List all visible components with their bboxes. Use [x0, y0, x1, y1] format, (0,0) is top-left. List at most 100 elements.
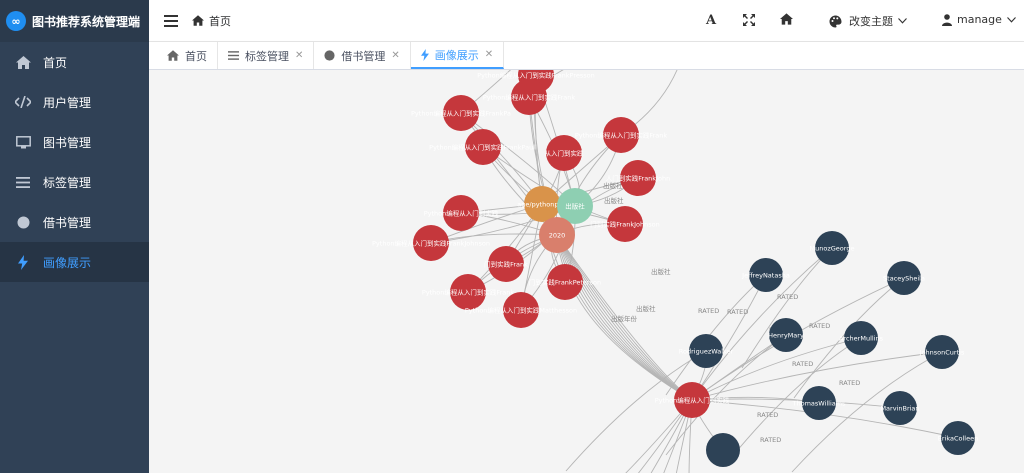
edge-label: RATED — [698, 307, 719, 315]
home-shortcut-icon[interactable] — [780, 13, 793, 25]
tags-view-bar: 首页 标签管理 ✕ 借书管理 ✕ 画像展示 ✕ — [149, 42, 1024, 70]
sidebar-item-label: 标签管理 — [43, 175, 92, 190]
edge-label: 出版年份 — [611, 314, 638, 323]
graph-canvas[interactable]: RATED RATED RATED RATED RATED RATED RATED RATED… — [149, 70, 1024, 473]
username-label: manage — [957, 13, 1002, 26]
node-label: 门到实践FrankJohnson — [590, 220, 659, 229]
lightning-icon — [15, 254, 31, 270]
tab-portrait[interactable]: 画像展示 ✕ — [410, 42, 505, 69]
code-icon — [15, 94, 31, 110]
sidebar-item-books[interactable]: 图书管理 — [0, 122, 149, 162]
tab-label: 画像展示 — [434, 48, 479, 62]
edge-label: RATED — [777, 293, 798, 301]
node-label: JeffreyNatasha — [741, 272, 790, 280]
tab-label: 借书管理 — [341, 49, 386, 63]
circle-icon — [15, 214, 31, 230]
graph-node-book[interactable]: 门到实践Frank — [484, 246, 528, 282]
node-label: Python编程从入门到实践FrankPresson — [477, 71, 595, 80]
node-label: 门到实践Frank — [484, 260, 528, 269]
home-icon — [167, 50, 179, 61]
user-icon — [942, 13, 952, 26]
graph-node-book[interactable]: Python编程从入门到实践FrankPaull — [429, 129, 537, 165]
graph-node-user[interactable]: ThomasWilliams — [792, 386, 847, 420]
sidebar-item-tags[interactable]: 标签管理 — [0, 162, 149, 202]
node-circle — [706, 433, 740, 467]
node-label: Python编程从入门到实践Matthesson — [465, 306, 577, 315]
sidebar: ∞ 图书推荐系统管理端 首页 用户管理 图书管理 标签管理 借书管理 画像展示 — [0, 0, 149, 473]
close-icon[interactable]: ✕ — [295, 50, 303, 61]
breadcrumb-home: 首页 — [209, 14, 231, 28]
tab-borrow[interactable]: 借书管理 ✕ — [314, 42, 411, 69]
graph-edge — [730, 337, 862, 459]
graph-node-user[interactable]: MarvinBrian — [880, 391, 920, 425]
circle-icon — [324, 50, 335, 61]
graph-node-user[interactable]: MunozGeorge — [810, 231, 855, 265]
graph-node-book[interactable]: Python编程从入门到实践FrankJohnson — [372, 225, 490, 261]
tab-label: 首页 — [185, 49, 207, 63]
graph-node-user[interactable]: ErikaColleen — [938, 421, 978, 455]
tab-label: 标签管理 — [245, 49, 289, 63]
infinity-logo-icon: ∞ — [6, 11, 26, 31]
palette-icon — [829, 15, 842, 27]
app-title: 图书推荐系统管理端 — [32, 14, 141, 29]
top-navbar: 首页 A 改变主题 manage — [149, 0, 1024, 42]
node-label: Python编程从入门到实践FrankPa — [411, 109, 511, 118]
node-label: Python编程从入门到实践Frank — [483, 93, 576, 102]
node-label: MunozGeorge — [810, 245, 855, 253]
graph-edge — [665, 274, 767, 396]
graph-node-user[interactable]: JeffreyNatasha — [741, 258, 790, 292]
tab-home[interactable]: 首页 — [157, 42, 218, 69]
node-label: 2020 — [549, 232, 566, 240]
tab-tags[interactable]: 标签管理 ✕ — [218, 42, 315, 69]
node-label: HenryMary — [768, 332, 804, 340]
graph-node-book[interactable]: 人门到实践FrankJohn — [606, 160, 670, 196]
node-label: MarvinBrian — [880, 405, 919, 413]
node-label: ThomasWilliams — [792, 400, 847, 408]
graph-nodes: Python编程从入门到实践FrankPresson Python编程从入门到实践… — [372, 70, 978, 467]
graph-node-user[interactable] — [706, 433, 740, 467]
theme-switch-dropdown[interactable]: 改变主题 — [829, 13, 907, 29]
brand[interactable]: ∞ 图书推荐系统管理端 — [0, 0, 149, 42]
node-label: StaceySheila — [883, 275, 925, 283]
node-label: RodriguezWalker — [679, 348, 734, 356]
graph-node-book[interactable]: 门到实践FrankJohnson — [590, 206, 660, 242]
sidebar-item-portrait[interactable]: 画像展示 — [0, 242, 149, 282]
close-icon[interactable]: ✕ — [485, 49, 493, 60]
home-icon — [192, 15, 204, 26]
node-label: 出版社 — [565, 202, 585, 211]
close-icon[interactable]: ✕ — [391, 50, 399, 61]
sidebar-item-users[interactable]: 用户管理 — [0, 82, 149, 122]
portrait-graph[interactable]: RATED RATED RATED RATED RATED RATED RATED RATED… — [149, 70, 1024, 473]
node-label: Python编程从入门到实践FrankJohnson — [372, 239, 490, 248]
breadcrumb[interactable]: 首页 — [192, 13, 231, 29]
sidebar-menu: 首页 用户管理 图书管理 标签管理 借书管理 画像展示 — [0, 42, 149, 282]
edge-label: RATED — [760, 436, 781, 444]
edge-label: RATED — [757, 411, 778, 419]
edge-label: RATED — [809, 322, 830, 330]
graph-node-year[interactable]: 2020 — [539, 217, 575, 253]
node-label: Python编程从入门到实践Frank — [575, 131, 668, 140]
sidebar-item-label: 借书管理 — [43, 215, 92, 230]
hamburger-menu-icon[interactable] — [164, 14, 178, 27]
sidebar-item-borrow[interactable]: 借书管理 — [0, 202, 149, 242]
sidebar-item-label: 首页 — [43, 55, 68, 70]
graph-node-book[interactable]: 从入门到实践 — [545, 135, 585, 171]
graph-node-book[interactable]: Python编程从入门到实践Frank — [575, 117, 668, 153]
user-dropdown[interactable]: manage — [942, 13, 1016, 26]
graph-node-user[interactable]: JohnsonCurtis — [919, 335, 965, 369]
chevron-down-icon — [898, 18, 907, 24]
node-label: 从入门到实践 — [545, 149, 585, 158]
monitor-icon — [15, 134, 31, 150]
sidebar-item-home[interactable]: 首页 — [0, 42, 149, 82]
font-size-button[interactable]: A — [706, 13, 716, 28]
sidebar-item-label: 图书管理 — [43, 135, 92, 150]
edge-label: RATED — [839, 379, 860, 387]
graph-node-user[interactable]: ArcherMullins — [839, 321, 884, 355]
fullscreen-icon[interactable] — [743, 14, 755, 26]
sidebar-item-label: 画像展示 — [43, 255, 92, 270]
list-icon — [15, 174, 31, 190]
edge-label: 出版社 — [636, 304, 656, 313]
sidebar-item-label: 用户管理 — [43, 95, 92, 110]
node-label: ArcherMullins — [839, 335, 884, 343]
edge-label: 出版社 — [604, 196, 624, 205]
